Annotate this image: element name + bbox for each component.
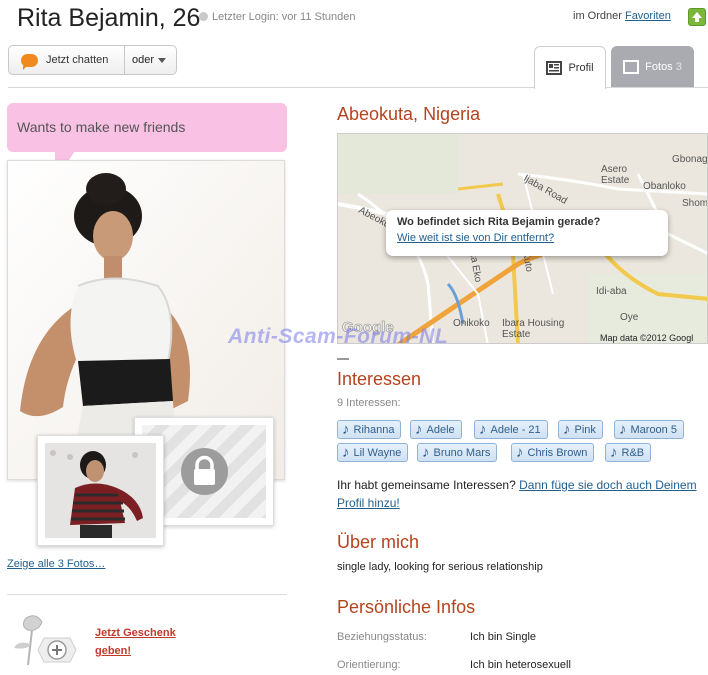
oder-label: oder	[132, 54, 155, 66]
profile-name-age: Rita Bejamin, 26	[17, 4, 201, 32]
chat-bubble-icon	[21, 53, 38, 70]
photos-icon	[623, 59, 640, 74]
chevron-down-icon	[158, 57, 167, 63]
map-label-onikoko: Onikoko	[453, 318, 490, 329]
music-note-icon: ♪	[342, 444, 350, 461]
arrow-up-icon[interactable]	[688, 8, 706, 26]
map-label-gbonga: Gbonag	[672, 154, 708, 165]
folder-info: im Ordner Favoriten	[573, 10, 671, 22]
interest-tag-label: Adele	[426, 423, 455, 436]
interest-tag[interactable]: ♪ Chris Brown	[511, 443, 595, 462]
tab-fotos[interactable]: Fotos 3	[611, 46, 694, 87]
music-note-icon: ♪	[342, 421, 350, 438]
tab-fotos-label: Fotos	[645, 60, 673, 73]
profile-card-icon	[546, 61, 563, 75]
interest-tag[interactable]: ♪ Bruno Mars	[417, 443, 498, 462]
folder-prefix: im Ordner	[573, 10, 622, 22]
interest-tag-label: Bruno Mars	[433, 446, 491, 459]
tab-profil[interactable]: Profil	[534, 46, 606, 89]
status-message-bubble: Wants to make new friends	[7, 103, 287, 152]
about-text: single lady, looking for serious relatio…	[337, 561, 543, 573]
map-label-oye: Oye	[620, 312, 639, 323]
interest-tag[interactable]: ♪ Lil Wayne	[337, 443, 409, 462]
map-label-shom: Shom	[682, 198, 708, 209]
chat-button[interactable]: Jetzt chatten	[9, 46, 125, 74]
info-label-orientation: Orientierung:	[337, 659, 401, 671]
music-note-icon: ♪	[563, 421, 571, 438]
interest-tag-label: Lil Wayne	[353, 446, 402, 459]
music-note-icon: ♪	[422, 444, 430, 461]
offline-dot-icon	[199, 12, 208, 21]
music-note-icon: ♪	[415, 421, 423, 438]
tab-fotos-count: 3	[675, 60, 682, 73]
personal-info-title: Persönliche Infos	[337, 597, 476, 617]
interest-tag-label: Chris Brown	[527, 446, 588, 459]
gift-line-1: Jetzt Geschenk	[95, 627, 176, 639]
interest-tag-label: Pink	[574, 423, 596, 436]
map-label-asero: Asero Estate	[601, 164, 630, 186]
favorites-link[interactable]: Favoriten	[625, 10, 671, 22]
show-all-photos-link[interactable]: Zeige alle 3 Fotos…	[7, 558, 105, 570]
music-note-icon: ♪	[619, 421, 627, 438]
interests-count: 9 Interessen:	[337, 397, 401, 409]
divider-dash	[337, 358, 349, 360]
interest-tag-label: Rihanna	[353, 423, 395, 436]
left-divider	[7, 594, 287, 595]
interest-tag[interactable]: ♪ Adele - 21	[474, 420, 548, 439]
last-login-status: Letzter Login: vor 11 Stunden	[199, 11, 356, 23]
send-gift-link[interactable]: Jetzt Geschenk geben!	[95, 624, 205, 660]
interest-tag[interactable]: ♪ Pink	[558, 420, 603, 439]
interest-tag-label: Adele - 21	[490, 423, 541, 436]
more-options-dropdown[interactable]: oder	[125, 46, 176, 74]
interest-tag-label: R&B	[621, 446, 645, 459]
last-login-text: Letzter Login: vor 11 Stunden	[212, 11, 356, 23]
interests-title: Interessen	[337, 369, 422, 389]
music-note-icon: ♪	[610, 444, 618, 461]
music-note-icon: ♪	[516, 444, 524, 461]
music-note-icon: ♪	[479, 421, 487, 438]
map-popup-question: Wo befindet sich Rita Bejamin gerade?	[397, 216, 601, 228]
gift-rose-icon[interactable]	[8, 610, 78, 670]
map-info-popup: Wo befindet sich Rita Bejamin gerade? Wi…	[386, 210, 668, 256]
location-title: Abeokuta, Nigeria	[337, 104, 481, 124]
watermark: Anti-Scam-Forum-NL	[228, 325, 449, 348]
photo-thumbnail[interactable]	[37, 435, 164, 546]
distance-link[interactable]: Wie weit ist sie von Dir entfernt?	[397, 232, 554, 244]
interest-tag[interactable]: ♪ Maroon 5	[614, 420, 684, 439]
common-interests-prompt: Ihr habt gemeinsame Interessen? Dann füg…	[337, 476, 697, 512]
interest-tag[interactable]: ♪ Adele	[410, 420, 462, 439]
tab-profil-label: Profil	[568, 62, 594, 74]
chat-button-group: Jetzt chatten oder	[8, 45, 177, 75]
map-label-idi-aba: Idi-aba	[596, 286, 627, 297]
gift-line-2: geben!	[95, 645, 132, 657]
interest-tag-label: Maroon 5	[630, 423, 677, 436]
lock-icon	[180, 448, 228, 495]
common-question: Ihr habt gemeinsame Interessen?	[337, 478, 516, 492]
chat-button-label: Jetzt chatten	[46, 54, 109, 66]
about-title: Über mich	[337, 532, 420, 552]
interest-tag[interactable]: ♪ R&B	[605, 443, 652, 462]
map-copyright: Map data ©2012 Googl	[600, 333, 693, 343]
map-label-obanloko: Obanloko	[643, 181, 686, 192]
interest-tag[interactable]: ♪ Rihanna	[337, 420, 402, 439]
info-value-relationship: Ich bin Single	[470, 631, 537, 643]
info-label-relationship: Beziehungsstatus:	[337, 631, 427, 643]
info-value-orientation: Ich bin heterosexuell	[470, 659, 571, 671]
